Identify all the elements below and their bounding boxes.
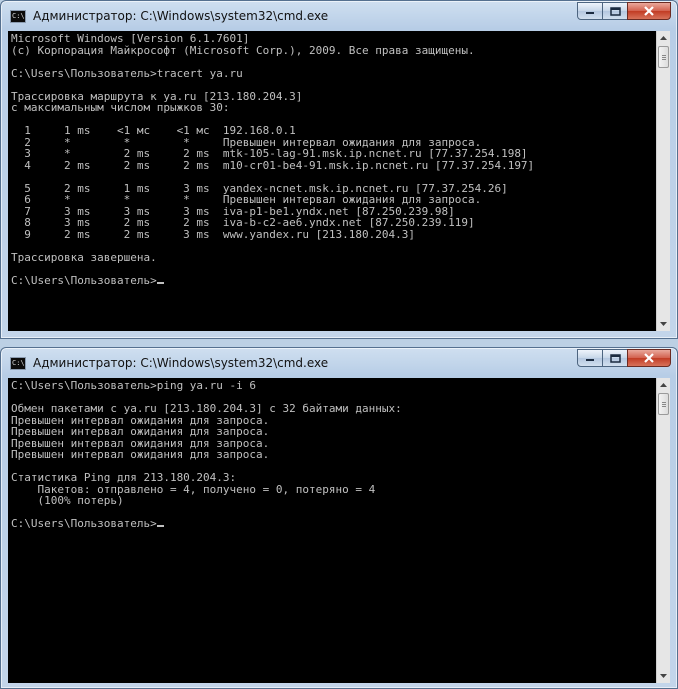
console-lines: C:\Users\Пользователь>ping ya.ru -i 6 Обм… — [11, 380, 402, 530]
caption-buttons — [577, 349, 671, 369]
scroll-up-button[interactable] — [657, 378, 670, 392]
console-line: 9 2 ms 2 ms 3 ms www.yandex.ru [213.180.… — [11, 227, 415, 241]
close-button[interactable] — [627, 2, 671, 20]
scroll-down-icon — [660, 674, 667, 678]
vertical-scrollbar[interactable] — [656, 31, 670, 331]
minimize-button[interactable] — [577, 2, 603, 20]
minimize-icon — [586, 359, 594, 361]
console-line: C:\Users\Пользователь>ping ya.ru -i 6 — [11, 379, 257, 392]
text-cursor — [156, 281, 164, 284]
maximize-icon — [609, 6, 621, 16]
close-button[interactable] — [627, 349, 671, 367]
console-line: 3 * 2 ms 2 ms mtk-105-lag-91.msk.ip.ncne… — [11, 147, 528, 160]
cmd-app-icon[interactable]: C:\ — [10, 357, 26, 370]
scroll-thumb[interactable] — [658, 46, 669, 68]
console-lines: Microsoft Windows [Version 6.1.7601] (c) … — [11, 33, 534, 286]
console-output[interactable]: Microsoft Windows [Version 6.1.7601] (c) … — [8, 31, 656, 331]
maximize-button[interactable] — [602, 349, 628, 367]
console-line: 4 2 ms 2 ms 2 ms m10-cr01-be4-91.msk.ip.… — [11, 158, 535, 172]
scroll-down-icon — [660, 322, 667, 326]
caption-buttons — [577, 2, 671, 22]
vertical-scrollbar[interactable] — [656, 378, 670, 683]
console-line: C:\Users\Пользователь>tracert ya.ru — [11, 66, 243, 80]
console-line: с максимальным числом прыжков 30: — [11, 101, 230, 114]
cmd-app-icon[interactable]: C:\ — [10, 10, 26, 23]
minimize-icon — [586, 12, 594, 14]
console-output[interactable]: C:\Users\Пользователь>ping ya.ru -i 6 Обм… — [8, 378, 656, 683]
console-line: 6 * * * Превышен интервал ожидания для з… — [11, 193, 482, 206]
close-icon — [644, 353, 654, 363]
console-line: Трассировка завершена. — [11, 250, 157, 264]
console-line: 8 3 ms 2 ms 2 ms iva-b-c2-ae6.yndx.net [… — [11, 216, 475, 229]
console-line: C:\Users\Пользователь> — [11, 518, 402, 530]
console-line: (c) Корпорация Майкрософт (Microsoft Cor… — [11, 43, 475, 57]
minimize-button[interactable] — [577, 349, 603, 367]
cmd-window-tracert: C:\ Администратор: C:\Windows\system32\c… — [0, 0, 678, 339]
text-cursor — [156, 525, 164, 527]
window-title: Администратор: C:\Windows\system32\cmd.e… — [33, 9, 329, 23]
scroll-down-button[interactable] — [657, 317, 670, 331]
scroll-up-icon — [660, 36, 667, 40]
console-line: Превышен интервал ожидания для запроса. — [11, 425, 270, 438]
console-line: Обмен пакетами с ya.ru [213.180.204.3] с… — [11, 402, 402, 415]
scroll-thumb[interactable] — [658, 393, 669, 415]
console-line: Microsoft Windows [Version 6.1.7601] — [11, 32, 250, 45]
scroll-down-button[interactable] — [657, 669, 670, 683]
window-title: Администратор: C:\Windows\system32\cmd.e… — [33, 356, 329, 370]
titlebar[interactable]: C:\ Администратор: C:\Windows\system32\c… — [1, 1, 677, 31]
console-line: (100% потерь) — [11, 494, 124, 507]
titlebar[interactable]: C:\ Администратор: C:\Windows\system32\c… — [1, 348, 677, 378]
console-line: 1 1 ms <1 мс <1 мс 192.168.0.1 — [11, 124, 296, 137]
maximize-button[interactable] — [602, 2, 628, 20]
close-icon — [644, 6, 654, 16]
scroll-up-button[interactable] — [657, 31, 670, 45]
scroll-up-icon — [660, 383, 667, 387]
console-line: C:\Users\Пользователь> — [11, 274, 534, 287]
maximize-icon — [609, 353, 621, 363]
console-line: Статистика Ping для 213.180.204.3: — [11, 471, 237, 484]
cmd-window-ping: C:\ Администратор: C:\Windows\system32\c… — [0, 347, 678, 689]
console-line: Превышен интервал ожидания для запроса. — [11, 448, 270, 461]
